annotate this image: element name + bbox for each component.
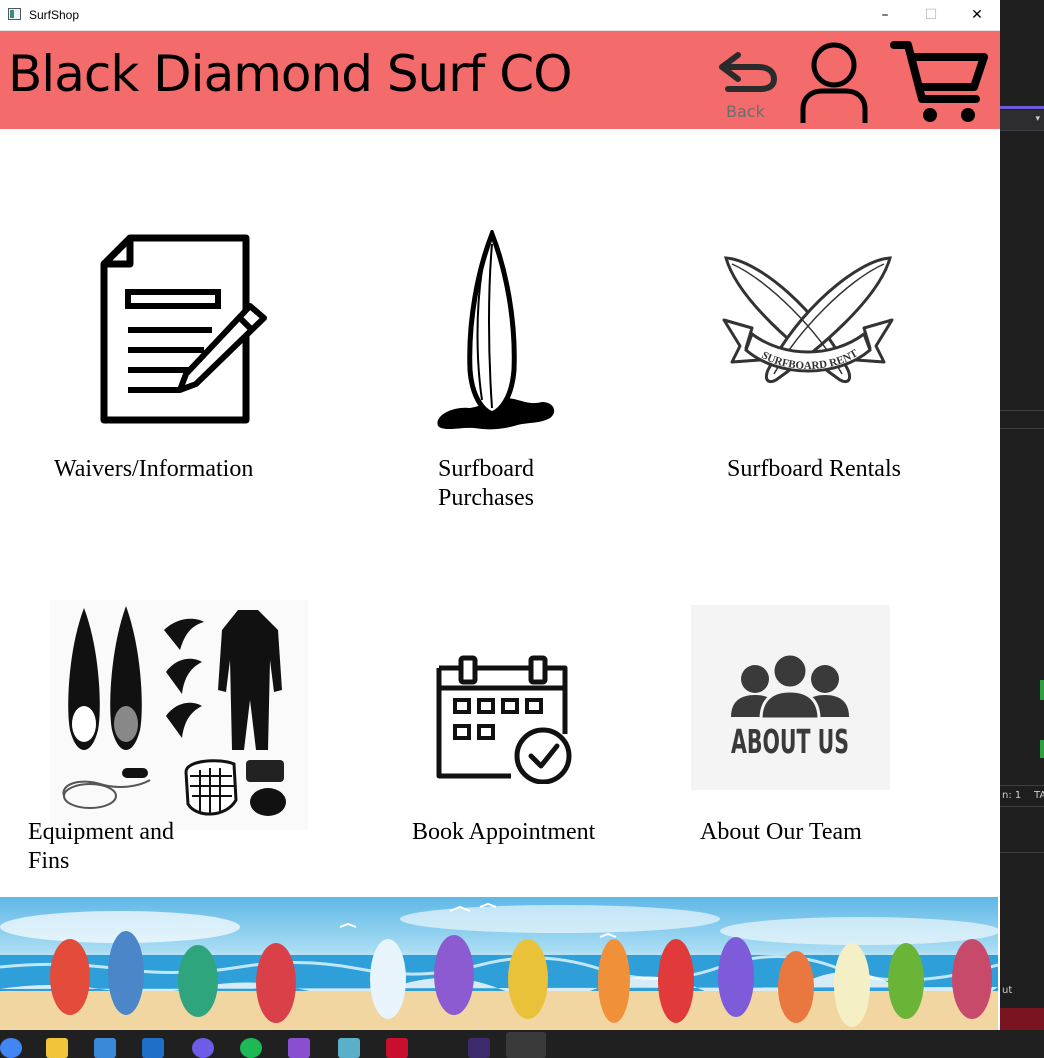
divider [1000, 428, 1044, 429]
about-our-team-label[interactable]: About Our Team [700, 818, 862, 847]
back-label: Back [726, 102, 765, 121]
maximize-icon: ☐ [924, 7, 938, 23]
waivers-label-text: Waivers/Information [54, 456, 254, 482]
surfboard-rentals-label[interactable]: Surfboard Rentals [727, 455, 901, 484]
book-appointment-tile[interactable] [435, 654, 575, 785]
user-icon [800, 42, 868, 123]
surfboard-rentals-label-text: Surfboard Rentals [727, 456, 901, 482]
terminal-icon[interactable] [468, 1038, 490, 1058]
about-us-icon: ABOUT US [731, 652, 849, 761]
waivers-label[interactable]: Waivers/Information [54, 455, 253, 484]
discord-icon[interactable] [192, 1038, 214, 1058]
chrome-icon[interactable] [0, 1038, 22, 1058]
surfboard-rental-icon: SURFBOARD RENTAL [714, 241, 894, 384]
window-title: SurfShop [29, 8, 80, 22]
visual-studio-icon[interactable] [288, 1038, 310, 1058]
about-our-team-tile[interactable]: ABOUT US [691, 605, 890, 790]
divider [1000, 806, 1044, 807]
document-pencil-icon [100, 234, 267, 424]
about-us-badge-text: ABOUT US [731, 722, 849, 761]
waivers-tile[interactable] [100, 234, 270, 424]
editor-output-text: ut [1002, 985, 1013, 996]
surfboard-purchases-label-line1: Surfboard [438, 456, 534, 482]
close-button[interactable]: ✕ [954, 0, 1000, 30]
equipment-label[interactable]: Equipment and Fins [28, 818, 174, 876]
surfboard-rentals-tile[interactable]: SURFBOARD RENTAL [714, 241, 898, 415]
file-explorer-icon[interactable] [46, 1038, 68, 1058]
divider [1000, 130, 1044, 131]
surfshop-window: SurfShop – ☐ ✕ Black Diamond Surf CO Bac… [0, 0, 1000, 1030]
change-marker [1040, 680, 1044, 700]
mail-icon[interactable] [142, 1038, 164, 1058]
divider [1000, 852, 1044, 853]
editor-accent-bar [1000, 106, 1044, 109]
app-header: Black Diamond Surf CO Back [0, 31, 1000, 129]
sticky-app-icon[interactable] [338, 1038, 360, 1058]
maximize-button[interactable]: ☐ [908, 0, 954, 30]
store-icon[interactable] [94, 1038, 116, 1058]
spotify-icon[interactable] [240, 1038, 262, 1058]
title-bar: SurfShop – ☐ ✕ [0, 0, 1000, 31]
windows-taskbar [0, 1030, 1044, 1058]
editor-status-text: n: 1 [1002, 790, 1022, 801]
chevron-down-icon: ▾ [1035, 114, 1040, 124]
cart-button[interactable] [890, 39, 990, 125]
surfboard-row [50, 931, 992, 1027]
editor-status-bar [1000, 1008, 1044, 1030]
equipment-label-line1: Equipment and [28, 819, 174, 845]
equipment-tile[interactable] [50, 600, 308, 830]
surfboard-purchases-tile[interactable] [430, 227, 560, 435]
back-button[interactable]: Back [716, 43, 780, 123]
calendar-check-icon [436, 655, 572, 785]
surfboard-icon [437, 227, 555, 430]
shopping-cart-icon [890, 41, 988, 122]
background-editor-window: ▾ n: 1 TA ut [1000, 0, 1044, 1030]
surfboard-purchases-label[interactable]: Surfboard Purchases [438, 455, 534, 513]
minimize-button[interactable]: – [862, 0, 908, 30]
divider [1000, 785, 1044, 786]
book-appointment-label-text: Book Appointment [412, 819, 596, 845]
change-marker [1040, 740, 1044, 758]
surfshop-taskbar-button[interactable] [506, 1032, 546, 1058]
editor-dropdown[interactable]: ▾ [1000, 110, 1044, 131]
brand-title: Black Diamond Surf CO [8, 45, 573, 103]
equipment-label-line2: Fins [28, 848, 70, 874]
book-appointment-label[interactable]: Book Appointment [412, 818, 595, 847]
minimize-icon: – [881, 7, 889, 23]
account-button[interactable] [798, 41, 870, 125]
mcafee-icon[interactable] [386, 1038, 408, 1058]
close-icon: ✕ [971, 7, 983, 23]
about-our-team-label-text: About Our Team [700, 819, 862, 845]
beach-surfboards-illustration [0, 902, 998, 1030]
surf-equipment-icon [62, 606, 286, 816]
divider [1000, 410, 1044, 411]
surfboard-purchases-label-line2: Purchases [438, 485, 534, 511]
editor-tab-text: TA [1034, 790, 1044, 801]
app-icon [8, 8, 21, 20]
back-arrow-icon [719, 52, 778, 92]
beach-banner-image [0, 897, 998, 1030]
